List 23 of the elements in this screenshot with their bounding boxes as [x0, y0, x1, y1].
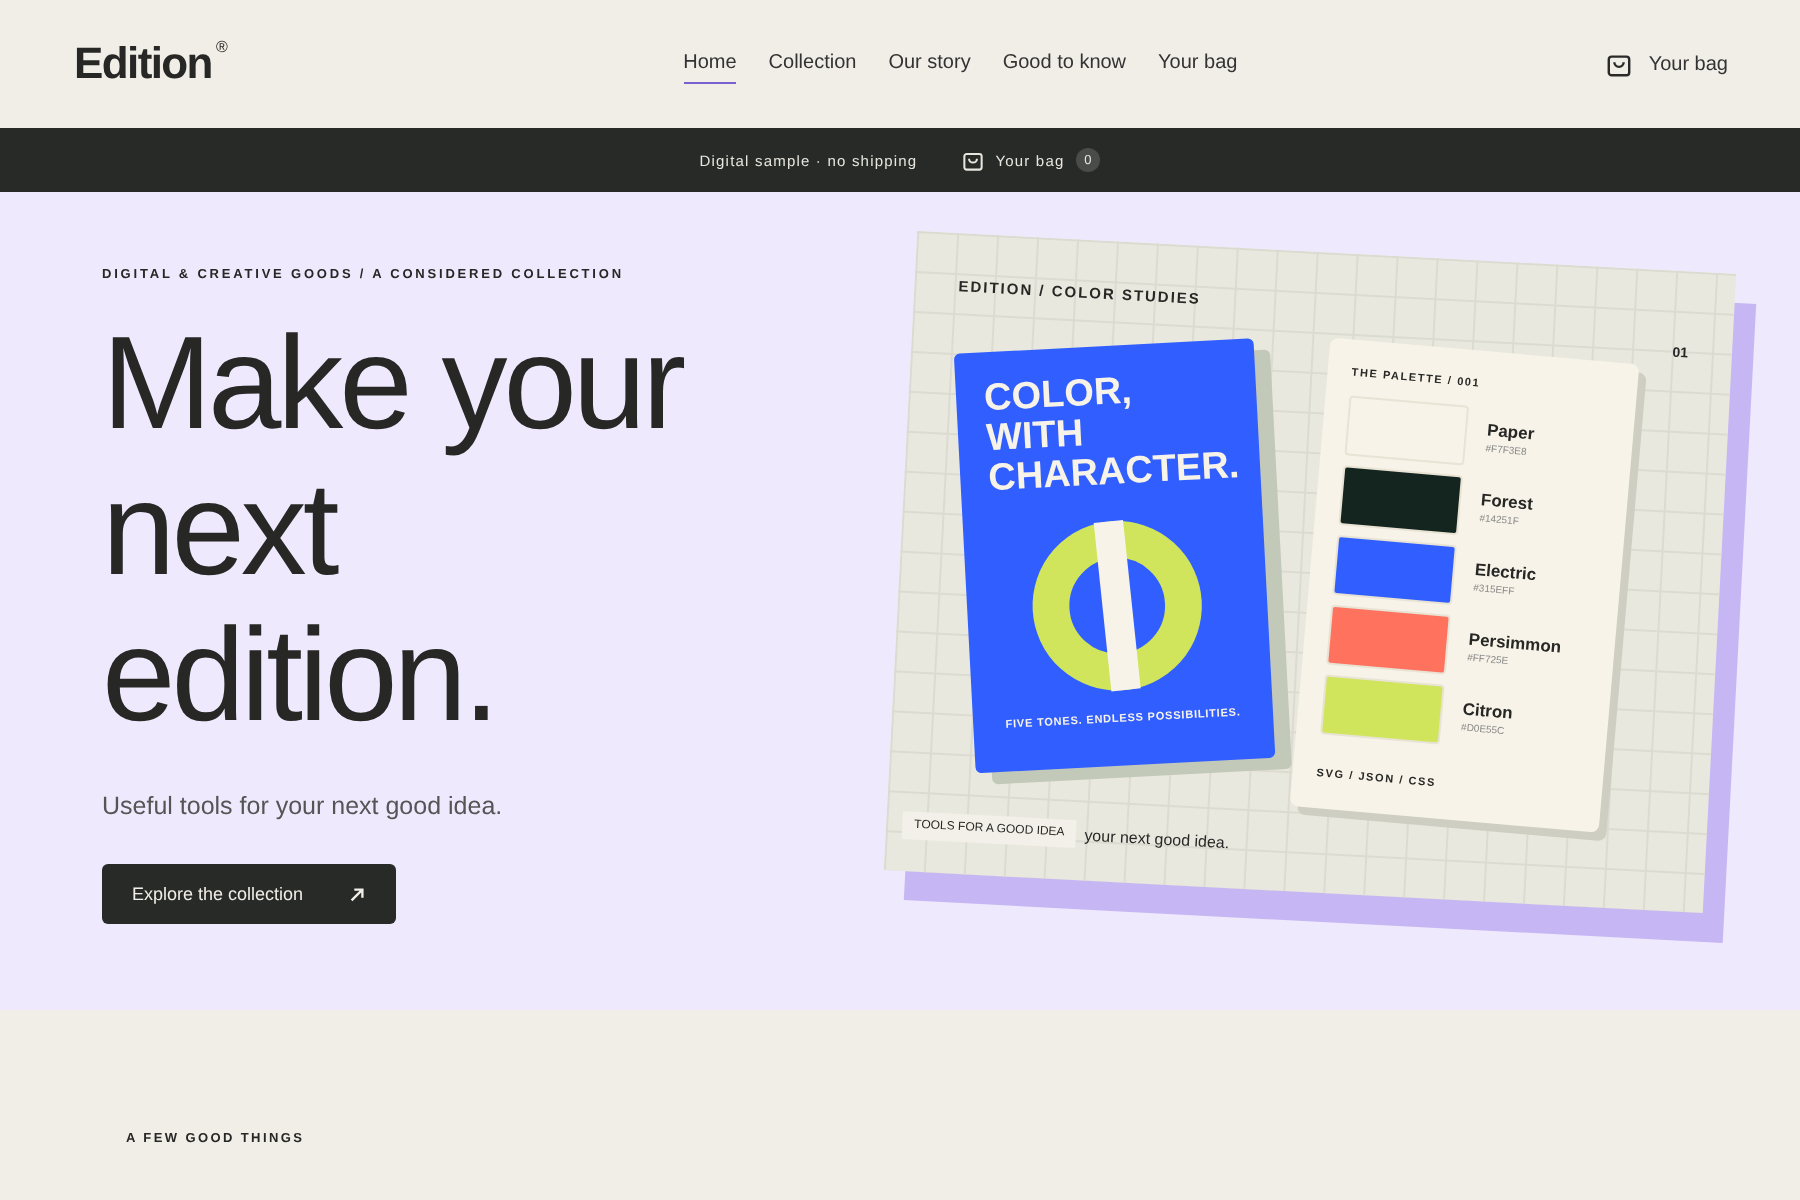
nav-link[interactable]: Our story: [888, 44, 971, 84]
swatch-name: Electric: [1474, 559, 1538, 585]
headline-line: next: [102, 456, 336, 602]
headline-line: edition.: [102, 602, 496, 748]
swatch-name: Persimmon: [1468, 628, 1562, 657]
caption-text: your next good idea.: [1084, 825, 1230, 852]
swatch-name: Forest: [1480, 489, 1534, 514]
headline-line: Make your: [102, 310, 683, 456]
swatch-name: Citron: [1461, 698, 1514, 723]
nav-link[interactable]: Collection: [768, 44, 857, 84]
nav-link[interactable]: Good to know: [1002, 44, 1127, 84]
book-title: COLOR, WITH CHARACTER.: [981, 368, 1243, 502]
bag-link[interactable]: Your bag: [1606, 51, 1728, 77]
bag-icon: [961, 149, 984, 171]
registered-mark: ®: [215, 38, 227, 56]
subtitle: Useful tools for your next good idea.: [102, 792, 505, 820]
arrow-icon: [347, 885, 366, 903]
logo[interactable]: Edition$^{®}$: [74, 38, 534, 90]
swatch-name: Paper: [1486, 419, 1536, 444]
explore-button[interactable]: Explore the collection: [102, 864, 396, 924]
bag-icon: [1606, 51, 1633, 77]
nav-link[interactable]: Home: [683, 44, 737, 84]
nav-link[interactable]: Your bag: [1158, 44, 1238, 84]
